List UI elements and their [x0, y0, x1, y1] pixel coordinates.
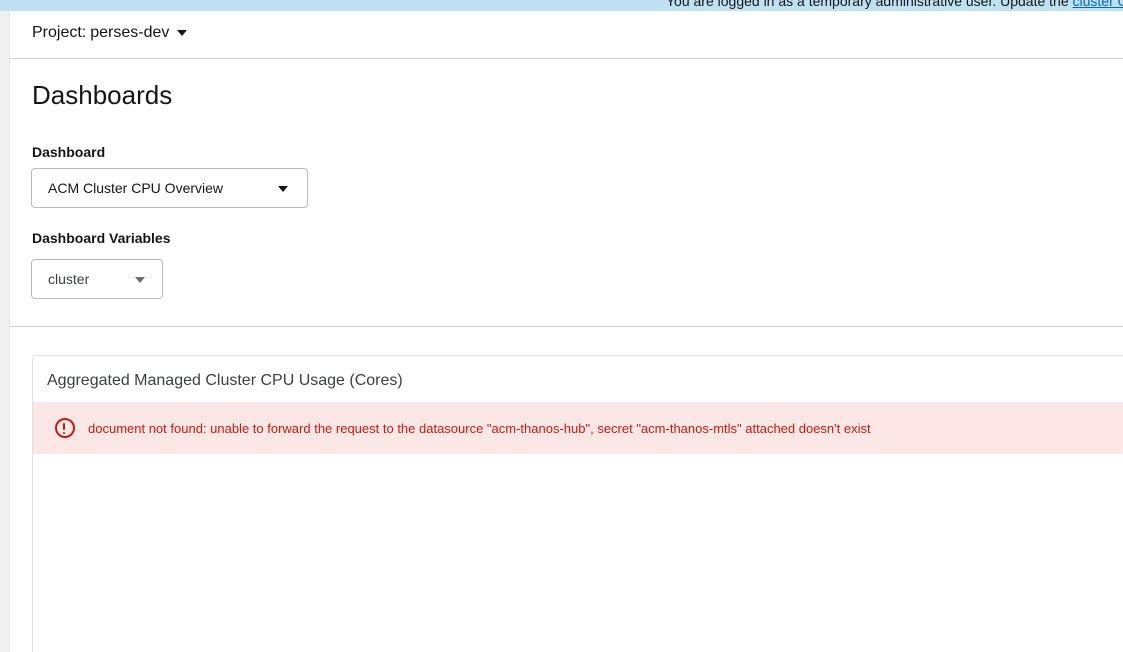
app: You are logged in as a temporary adminis… — [0, 0, 1123, 652]
dashboard-select[interactable]: ACM Cluster CPU Overview — [31, 168, 308, 208]
dashboard-variables-label: Dashboard Variables — [32, 230, 171, 246]
left-nav-rail — [0, 0, 10, 652]
banner-text: You are logged in as a temporary adminis… — [666, 0, 1073, 9]
caret-down-icon — [177, 30, 188, 36]
caret-down-icon — [135, 277, 145, 283]
dashboard-label: Dashboard — [32, 144, 106, 160]
banner-link[interactable]: cluster OAuth configuration — [1073, 0, 1123, 9]
variable-select-value: cluster — [48, 271, 90, 287]
panel-title: Aggregated Managed Cluster CPU Usage (Co… — [47, 372, 403, 389]
variable-select-cluster[interactable]: cluster — [31, 259, 163, 299]
project-selector[interactable]: Project: perses-dev — [32, 24, 188, 42]
alert-message: document not found: unable to forward th… — [88, 420, 871, 436]
project-name: perses-dev — [90, 24, 170, 41]
dashboard-panel: Aggregated Managed Cluster CPU Usage (Co… — [32, 355, 1123, 652]
banner-message: You are logged in as a temporary adminis… — [666, 0, 1123, 9]
section-divider — [10, 326, 1123, 327]
project-prefix: Project: — [32, 24, 87, 41]
project-bar: Project: perses-dev — [10, 11, 1123, 59]
info-banner: You are logged in as a temporary adminis… — [0, 0, 1123, 11]
panel-error-alert: document not found: unable to forward th… — [33, 402, 1123, 454]
dashboard-select-value: ACM Cluster CPU Overview — [48, 180, 224, 196]
page-title: Dashboards — [32, 80, 173, 110]
caret-down-icon — [278, 186, 288, 192]
exclamation-circle-icon — [55, 418, 75, 438]
